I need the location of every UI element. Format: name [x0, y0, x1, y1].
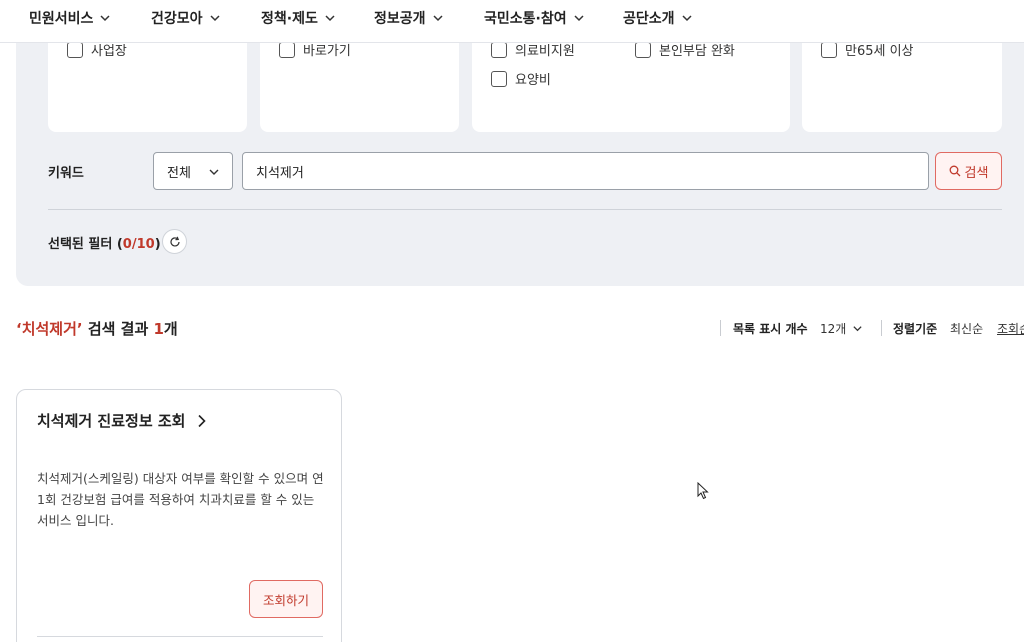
top-navigation: 민원서비스 건강모아 정책·제도 정보공개 국민소통·참여 공단소개: [0, 0, 1024, 43]
result-count: 1: [153, 320, 164, 338]
chevron-down-icon: [682, 15, 692, 22]
checkbox-box[interactable]: [67, 41, 83, 58]
chevron-down-icon: [853, 326, 862, 332]
chevron-right-icon: [198, 414, 207, 427]
nav-item-label: 국민소통·참여: [484, 11, 567, 27]
chevron-down-icon: [210, 15, 220, 22]
result-title-middle: 검색 결과: [82, 320, 154, 338]
result-card-description: 치석제거(스케일링) 대상자 여부를 확인할 수 있으며 연 1회 건강보험 급…: [37, 471, 324, 528]
select-value: 전체: [167, 165, 191, 181]
checkbox-box[interactable]: [821, 41, 837, 58]
refresh-icon: [169, 236, 180, 247]
result-title: ‘치석제거’ 검색 결과 1개: [16, 318, 178, 339]
checkbox-box[interactable]: [491, 70, 507, 87]
list-count-select[interactable]: 12개: [820, 320, 863, 337]
list-count-label: 목록 표시 개수: [733, 322, 808, 336]
search-button-label: 검색: [964, 165, 989, 181]
selected-filter-prefix: 선택된 필터 (: [48, 237, 123, 252]
nav-item-civil-service[interactable]: 민원서비스: [29, 8, 111, 28]
nav-item-label: 민원서비스: [29, 11, 94, 27]
result-card-title: 치석제거 진료정보 조회: [37, 412, 186, 430]
result-card-divider: [37, 636, 323, 637]
chevron-down-icon: [574, 15, 584, 22]
selected-filter-label: 선택된 필터 (0/10): [48, 233, 161, 252]
filter-divider: [48, 209, 1002, 210]
checkbox-label: 요양비: [515, 73, 551, 88]
nav-item-label: 정책·제도: [261, 11, 318, 27]
result-card-title-link[interactable]: 치석제거 진료정보 조회: [37, 410, 209, 431]
result-unit: 개: [163, 320, 178, 338]
list-count-value: 12개: [820, 322, 847, 336]
mouse-cursor-icon: [697, 482, 709, 500]
keyword-label: 키워드: [48, 166, 84, 181]
reset-filter-button[interactable]: [162, 229, 187, 254]
checkbox-box[interactable]: [635, 41, 651, 58]
nav-item-policy[interactable]: 정책·제도: [261, 8, 336, 28]
result-card: 치석제거 진료정보 조회 치석제거(스케일링) 대상자 여부를 확인할 수 있으…: [16, 389, 342, 642]
divider-bar: [881, 320, 882, 336]
sort-newest-link[interactable]: 최신순: [950, 320, 983, 337]
keyword-input[interactable]: [242, 152, 929, 190]
lookup-button[interactable]: 조회하기: [249, 580, 323, 618]
chevron-down-icon: [325, 15, 335, 22]
nav-item-about[interactable]: 공단소개: [623, 8, 693, 28]
chevron-down-icon: [209, 169, 219, 175]
search-icon: [949, 165, 960, 177]
sort-views-link[interactable]: 조회순: [997, 320, 1024, 337]
filter-checkbox[interactable]: 요양비: [491, 69, 551, 88]
nav-item-info-disclosure[interactable]: 정보공개: [374, 8, 444, 28]
checkbox-box[interactable]: [279, 41, 295, 58]
selected-filter-count: 0/10: [122, 237, 155, 252]
sort-label: 정렬기준: [893, 322, 938, 336]
result-keyword: 치석제거: [21, 320, 77, 338]
chevron-down-icon: [433, 15, 443, 22]
keyword-scope-select[interactable]: 전체: [153, 152, 233, 190]
divider-bar: [720, 320, 721, 336]
checkbox-box[interactable]: [491, 41, 507, 58]
nav-item-label: 공단소개: [623, 11, 675, 27]
nav-item-communication[interactable]: 국민소통·참여: [484, 8, 585, 28]
search-button[interactable]: 검색: [935, 152, 1002, 190]
nav-item-label: 건강모아: [151, 11, 203, 27]
nav-item-health-moa[interactable]: 건강모아: [151, 8, 221, 28]
selected-filter-suffix: ): [154, 237, 161, 252]
nav-item-label: 정보공개: [374, 11, 426, 27]
chevron-down-icon: [100, 15, 110, 22]
